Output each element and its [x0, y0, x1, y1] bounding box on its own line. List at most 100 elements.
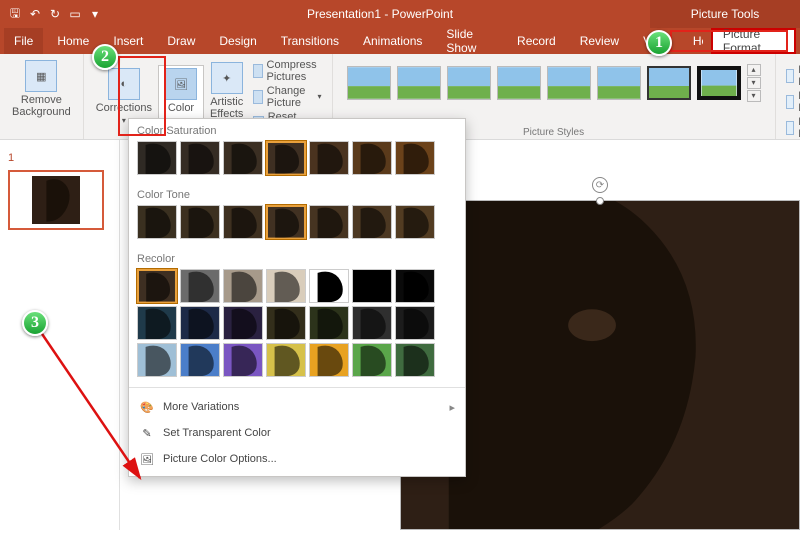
color-swatch[interactable]	[223, 306, 263, 340]
compress-pictures-button[interactable]: Compress Pictures	[253, 59, 321, 83]
color-swatch[interactable]	[395, 205, 435, 239]
ribbon-tabs: File Home Insert Draw Design Transitions…	[0, 28, 800, 54]
color-swatch[interactable]	[137, 269, 177, 303]
color-swatch[interactable]	[309, 141, 349, 175]
color-swatch[interactable]	[137, 141, 177, 175]
picture-color-options-item[interactable]: 🖼 Picture Color Options...	[129, 446, 465, 472]
save-icon[interactable]: 🖫	[6, 5, 24, 23]
artistic-icon: ✦	[211, 62, 243, 94]
color-swatch[interactable]	[352, 205, 392, 239]
color-swatch[interactable]	[137, 343, 177, 377]
color-icon: 🖼	[165, 68, 197, 100]
tab-transitions[interactable]: Transitions	[271, 28, 349, 54]
color-wheel-icon: 🎨	[139, 399, 155, 415]
picture-border-button[interactable]: Picture Border	[786, 64, 800, 88]
callout-3: 3	[22, 310, 48, 336]
picture-layout-button[interactable]: Picture Layout	[786, 116, 800, 140]
layout-icon	[786, 121, 795, 135]
corrections-icon: ◐	[108, 68, 140, 100]
color-swatch[interactable]	[223, 205, 263, 239]
style-thumb[interactable]	[347, 66, 391, 100]
callout-2: 2	[92, 44, 118, 70]
change-picture-button[interactable]: Change Picture ▾	[253, 85, 321, 109]
style-thumb[interactable]	[397, 66, 441, 100]
color-swatch[interactable]	[395, 269, 435, 303]
color-swatch[interactable]	[266, 306, 306, 340]
color-swatch[interactable]	[223, 343, 263, 377]
color-swatch[interactable]	[223, 269, 263, 303]
eyedropper-icon: ✎	[139, 425, 155, 441]
thumbnail-image	[31, 176, 81, 224]
rotate-handle[interactable]: ⟳	[592, 177, 608, 193]
color-swatch[interactable]	[180, 306, 220, 340]
picture-options-icon: 🖼	[139, 451, 155, 467]
compress-icon	[253, 64, 262, 78]
qat-more-icon[interactable]: ▾	[86, 5, 104, 23]
color-swatch[interactable]	[266, 205, 306, 239]
more-variations-item[interactable]: 🎨 More Variations ▸	[129, 394, 465, 420]
color-swatch[interactable]	[180, 269, 220, 303]
tab-picture-format[interactable]: Picture Format	[711, 28, 796, 54]
style-thumb[interactable]	[597, 66, 641, 100]
tab-file[interactable]: File	[4, 28, 43, 54]
color-swatch[interactable]	[180, 205, 220, 239]
tab-slideshow[interactable]: Slide Show	[436, 28, 503, 54]
change-picture-icon	[253, 90, 262, 104]
tab-review[interactable]: Review	[570, 28, 629, 54]
picture-styles-gallery[interactable]: ▴ ▾ ▾	[339, 58, 769, 108]
color-swatch[interactable]	[309, 343, 349, 377]
callout-1: 1	[646, 30, 672, 56]
submenu-arrow-icon: ▸	[449, 401, 455, 414]
tab-home[interactable]: Home	[47, 28, 99, 54]
color-swatch[interactable]	[352, 306, 392, 340]
color-swatch[interactable]	[352, 269, 392, 303]
color-swatch[interactable]	[309, 269, 349, 303]
gallery-scroll[interactable]: ▴ ▾ ▾	[747, 64, 761, 102]
remove-bg-icon: ▦	[25, 60, 57, 92]
color-swatch[interactable]	[266, 269, 306, 303]
color-swatch[interactable]	[266, 141, 306, 175]
slide-thumbnails-pane: 1	[0, 140, 120, 530]
remove-background-button[interactable]: ▦ Remove Background	[6, 58, 77, 120]
picture-effects-button[interactable]: Picture Effects	[786, 90, 800, 114]
section-label-tone: Color Tone	[137, 187, 457, 205]
color-swatch[interactable]	[395, 306, 435, 340]
color-swatch[interactable]	[395, 141, 435, 175]
style-thumb[interactable]	[497, 66, 541, 100]
color-swatch[interactable]	[137, 306, 177, 340]
slideshow-icon[interactable]: ▭	[66, 5, 84, 23]
tab-animations[interactable]: Animations	[353, 28, 432, 54]
window-title: Presentation1 - PowerPoint	[110, 7, 650, 21]
color-swatch[interactable]	[309, 205, 349, 239]
tab-help[interactable]: Help	[683, 28, 703, 54]
tab-draw[interactable]: Draw	[157, 28, 205, 54]
slide-thumbnail[interactable]	[8, 170, 104, 230]
set-transparent-color-item[interactable]: ✎ Set Transparent Color	[129, 420, 465, 446]
style-thumb[interactable]	[547, 66, 591, 100]
color-dropdown: Color Saturation Color Tone Recolor 🎨 Mo…	[128, 118, 466, 477]
border-icon	[786, 69, 795, 83]
color-swatch[interactable]	[352, 343, 392, 377]
undo-icon[interactable]: ↶	[26, 5, 44, 23]
section-label-recolor: Recolor	[137, 251, 457, 269]
style-thumb[interactable]	[697, 66, 741, 100]
slide-number: 1	[8, 152, 14, 164]
color-swatch[interactable]	[309, 306, 349, 340]
color-swatch[interactable]	[352, 141, 392, 175]
context-tab-label: Picture Tools	[650, 0, 800, 28]
tab-record[interactable]: Record	[507, 28, 566, 54]
color-swatch[interactable]	[223, 141, 263, 175]
style-thumb[interactable]	[447, 66, 491, 100]
color-swatch[interactable]	[395, 343, 435, 377]
quick-access-toolbar: 🖫 ↶ ↻ ▭ ▾	[0, 5, 110, 23]
resize-handle[interactable]	[596, 197, 604, 205]
group-label-styles: Picture Styles	[523, 127, 584, 138]
color-swatch[interactable]	[180, 343, 220, 377]
color-swatch[interactable]	[266, 343, 306, 377]
tab-design[interactable]: Design	[209, 28, 266, 54]
color-swatch[interactable]	[137, 205, 177, 239]
effects-icon	[786, 95, 795, 109]
style-thumb[interactable]	[647, 66, 691, 100]
redo-icon[interactable]: ↻	[46, 5, 64, 23]
color-swatch[interactable]	[180, 141, 220, 175]
